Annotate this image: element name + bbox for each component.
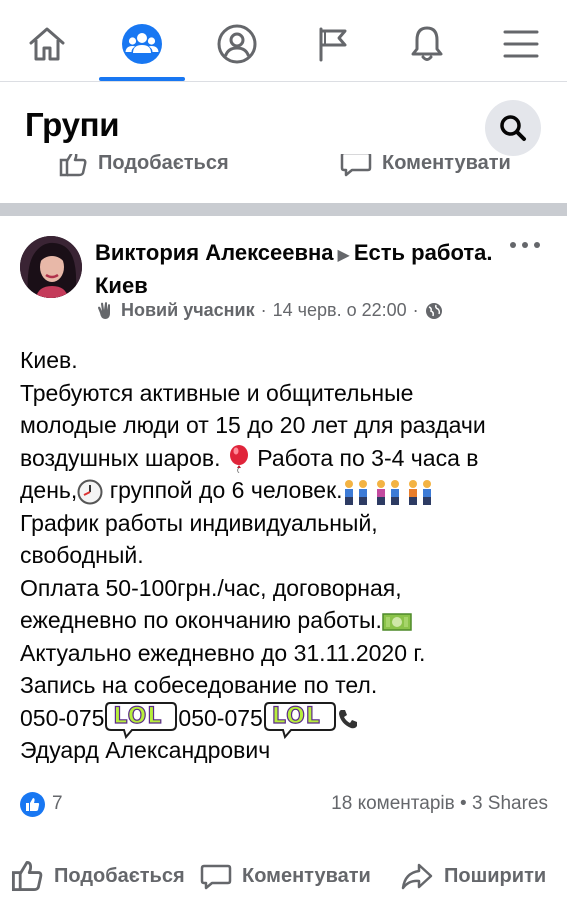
share-button[interactable]: Поширити [400,856,546,896]
comment-button-label: Коментувати [242,864,371,887]
like-thumb-icon [11,860,43,892]
post-timestamp[interactable]: 14 черв. о 22:00 [273,300,407,321]
post-meta: Новий учасник · 14 черв. о 22:00 · [95,300,443,321]
member-badge: Новий учасник [121,300,255,320]
post-body: Киев. Требуются активные и общительные м… [20,344,550,767]
like-button[interactable]: Подобається [10,856,185,896]
clock-emoji-icon [77,479,103,505]
feed-post: Виктория Алексеевна ▶ Есть работа. Киев Но… [0,216,567,900]
active-tab-indicator [99,77,185,81]
lol-sticker-text: LOL [271,704,321,730]
phone-emoji-icon [338,710,357,729]
share-arrow-icon [401,863,433,890]
money-emoji-icon [382,613,412,631]
post-text-line-group: день, группой до 6 человек. [20,474,550,507]
pages-flag-icon [319,27,347,62]
search-button[interactable] [485,100,541,156]
previous-comment-button[interactable]: Коментувати [340,154,511,178]
feed-divider [0,203,567,216]
home-icon [29,27,65,61]
post-stats: 7 18 коментарів • 3 Shares [0,790,567,820]
people-holding-hands-emoji-icon [344,479,431,505]
post-text-line: Актуально ежедневно до 31.11.2020 г. [20,639,426,666]
search-icon [500,115,526,141]
post-text-line-group: ежедневно по окончанию работы. [20,604,550,637]
post-text-segment: 050-075 [20,704,105,731]
post-header-title: Виктория Алексеевна ▶ Есть работа. Киев [95,238,495,301]
avatar-photo-icon [20,236,82,298]
page-title: Групи [25,106,120,143]
more-dot [534,242,540,248]
post-text-line-group: 050-075 LOL 050-075 LOL [20,702,550,740]
balloon-emoji-icon [229,445,248,474]
groups-icon [122,24,162,64]
post-text-segment: Работа по 3-4 часа в [257,444,479,471]
menu-tab[interactable] [495,18,547,70]
lol-sticker-text: LOL [113,704,163,730]
post-text-line: Требуются активные и общительные [20,379,414,406]
profile-icon [217,24,257,64]
post-text-line: Запись на собеседование по тел. [20,672,378,698]
post-text-segment: 050-075 [178,704,263,731]
post-options-button[interactable] [510,238,540,252]
post-text-line: Киев. [20,347,78,373]
like-reaction-icon [26,798,40,811]
post-actions: Подобається Коментувати Поширити [0,856,567,896]
like-thumb-icon [59,154,87,177]
post-text-line: График работы индивидуальный, [20,509,378,536]
menu-icon [503,30,539,58]
meta-separator: · [412,300,419,320]
notifications-tab[interactable] [401,18,453,70]
like-count[interactable]: 7 [52,793,63,815]
post-text-segment: группой до 6 человек. [109,477,343,503]
arrow-right-icon: ▶ [337,247,350,264]
lol-sticker: LOL [263,699,337,740]
comments-shares-count[interactable]: 18 коментарів • 3 Shares [331,793,548,815]
post-text-line: Оплата 50-100грн./час, договорная, [20,574,402,601]
like-button-label: Подобається [54,864,185,887]
meta-separator: · [260,300,267,320]
post-text-segment: ежедневно по окончанию работы. [20,607,382,633]
post-text-segment: день, [20,477,78,503]
post-text-line: свободный. [20,542,144,568]
previous-post-actions: Подобається Коментувати [0,154,567,186]
globe-icon [425,302,442,319]
home-tab[interactable] [21,18,73,70]
author-avatar[interactable] [20,236,82,298]
wave-hand-icon [98,301,110,319]
comment-bubble-icon [200,864,232,890]
lol-sticker: LOL [104,699,178,740]
more-dot [510,242,516,248]
author-name[interactable]: Виктория Алексеевна [95,240,334,265]
previous-comment-label: Коментувати [382,154,511,174]
top-navigation-bar [0,0,567,82]
like-reaction-badge[interactable] [20,792,45,817]
more-dot [522,242,528,248]
post-text-line-group: воздушных шаров. Работа по 3-4 часа в [20,442,550,475]
post-text-segment: воздушных шаров. [20,444,221,471]
profile-tab[interactable] [211,18,263,70]
comment-bubble-icon [340,154,372,177]
pages-tab[interactable] [306,18,358,70]
share-button-label: Поширити [444,864,547,887]
previous-like-button[interactable]: Подобається [58,154,229,178]
groups-tab[interactable] [116,18,168,70]
previous-like-label: Подобається [98,154,229,174]
post-text-line: молодые люди от 15 до 20 лет для раздачи [20,412,486,438]
notifications-bell-icon [411,26,443,61]
comment-button[interactable]: Коментувати [200,856,371,896]
